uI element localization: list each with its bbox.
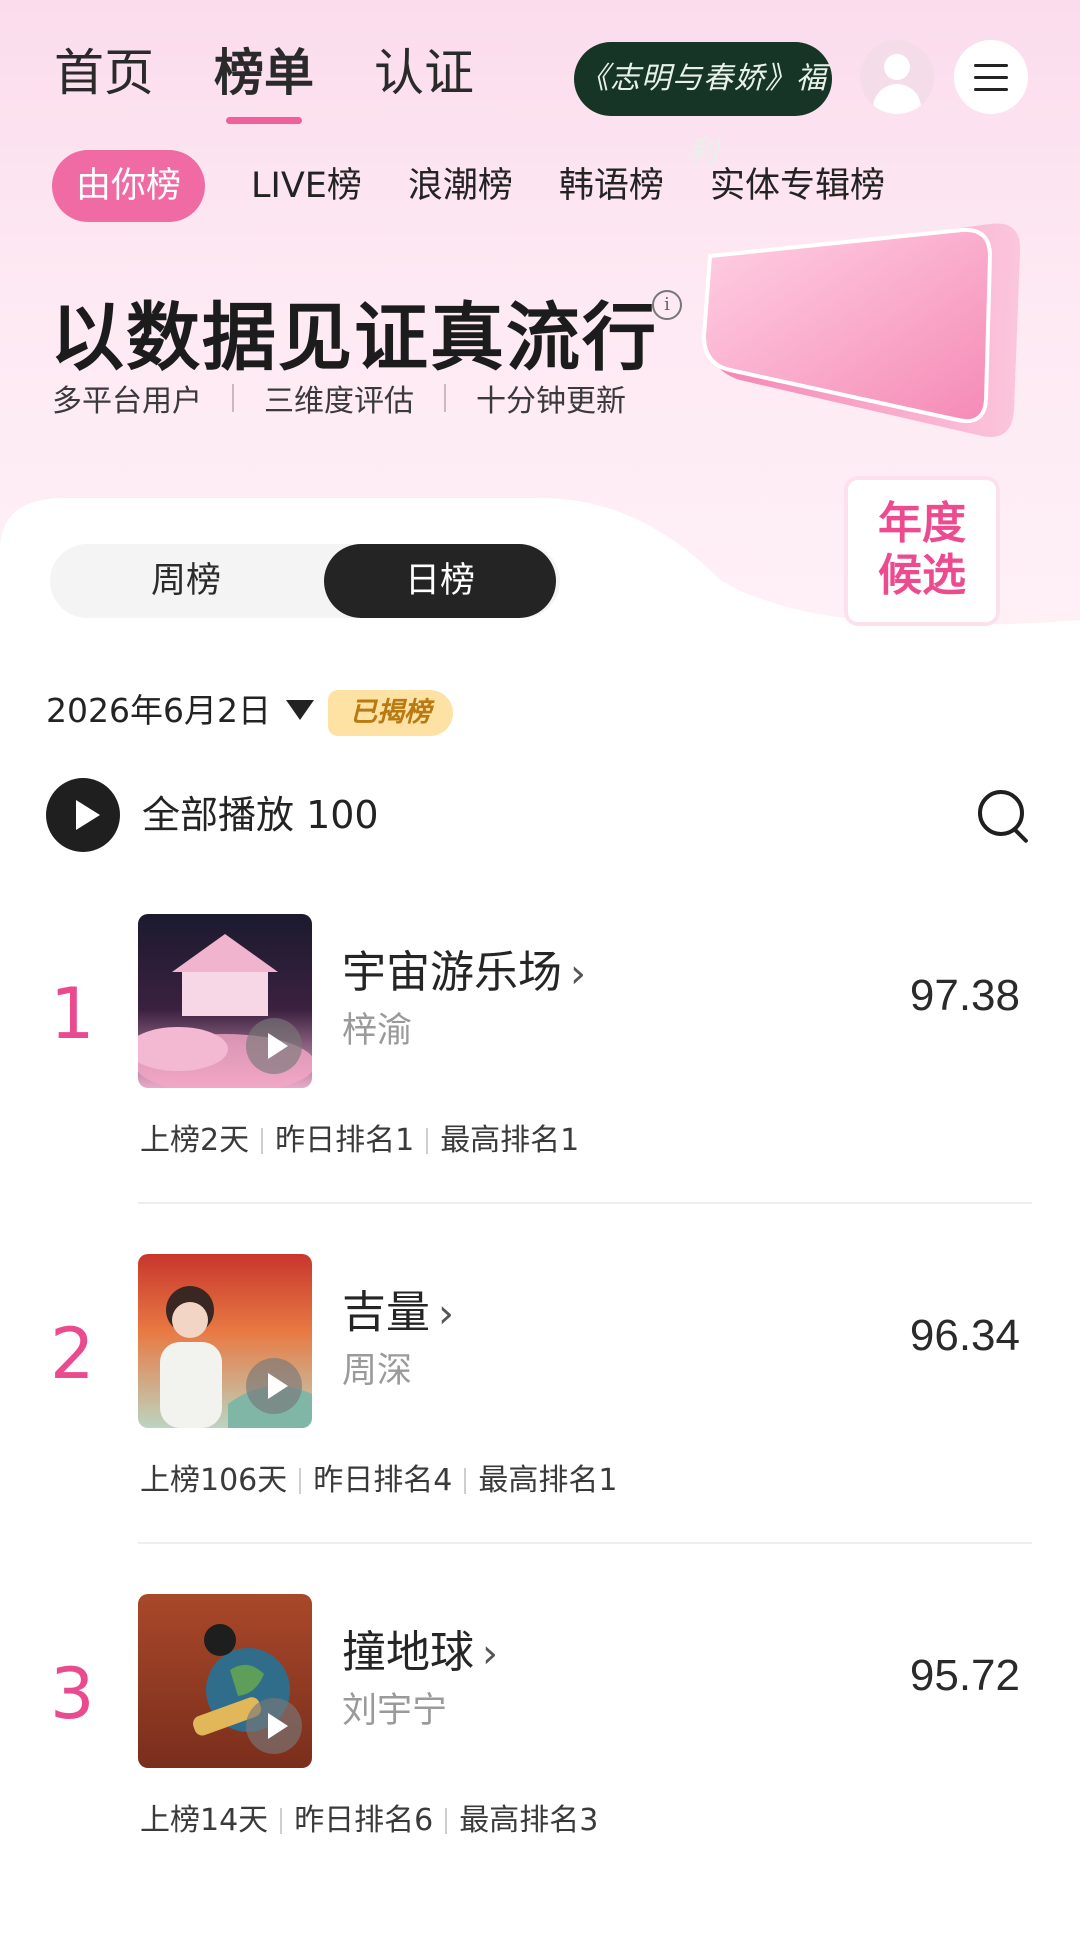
song-stats: 上榜2天 昨日排名1 最高排名1 xyxy=(140,1118,579,1164)
divider xyxy=(261,1128,264,1154)
avatar[interactable] xyxy=(860,40,934,114)
album-cover[interactable] xyxy=(138,1594,312,1768)
promo-banner[interactable]: 《志明与春娇》福利 xyxy=(574,42,832,170)
badge-line: 年度 xyxy=(878,498,966,549)
rank-number: 2 xyxy=(50,1313,95,1395)
tab-youni[interactable]: 由你榜 xyxy=(52,150,206,222)
date-selector[interactable]: 2026年6月2日 xyxy=(46,688,271,734)
song-score: 95.72 xyxy=(909,1651,1020,1700)
divider xyxy=(444,384,446,412)
play-all-button[interactable] xyxy=(46,778,120,852)
status-badge: 已揭榜 xyxy=(328,690,453,736)
song-stats: 上榜14天 昨日排名6 最高排名3 xyxy=(140,1798,598,1844)
tab-live[interactable]: LIVE榜 xyxy=(251,150,362,222)
song-artist[interactable]: 梓渝 xyxy=(342,1006,412,1056)
yesterday-rank: 昨日排名1 xyxy=(275,1123,415,1158)
divider xyxy=(280,1808,283,1834)
song-artist[interactable]: 周深 xyxy=(342,1346,412,1396)
nav-home[interactable]: 首页 xyxy=(54,38,154,108)
info-icon[interactable]: i xyxy=(652,290,682,320)
best-rank: 最高排名3 xyxy=(459,1803,599,1838)
song-title[interactable]: 撞地球 › xyxy=(342,1622,498,1685)
badge-line: 候选 xyxy=(878,550,966,601)
hero-headline: 以数据见证真流行 xyxy=(50,295,658,381)
annual-candidate-badge[interactable]: 年度 候选 xyxy=(844,476,1000,626)
album-cover[interactable] xyxy=(138,1254,312,1428)
song-title[interactable]: 宇宙游乐场 › xyxy=(342,942,586,1005)
song-stats: 上榜106天 昨日排名4 最高排名1 xyxy=(140,1458,617,1504)
play-icon[interactable] xyxy=(246,1358,302,1414)
tab-physical-album[interactable]: 实体专辑榜 xyxy=(710,150,885,222)
feature-label: 十分钟更新 xyxy=(476,384,626,419)
tab-wave[interactable]: 浪潮榜 xyxy=(408,150,513,222)
menu-icon-bar xyxy=(974,88,1008,91)
song-title-text: 撞地球 xyxy=(342,1627,474,1678)
nav-certification[interactable]: 认证 xyxy=(374,38,474,108)
song-title-text: 宇宙游乐场 xyxy=(342,947,562,998)
rank-number: 1 xyxy=(50,973,95,1055)
album-cover[interactable] xyxy=(138,914,312,1088)
play-all-label[interactable]: 全部播放 100 xyxy=(142,790,379,840)
divider xyxy=(426,1128,429,1154)
feature-label: 多平台用户 xyxy=(52,384,202,419)
chevron-right-icon: › xyxy=(482,1631,498,1677)
days-on-chart: 上榜106天 xyxy=(140,1463,288,1498)
play-icon[interactable] xyxy=(246,1018,302,1074)
best-rank: 最高排名1 xyxy=(478,1463,618,1498)
chevron-right-icon: › xyxy=(438,1291,454,1337)
rank-number: 3 xyxy=(50,1653,95,1735)
decorative-3d-shape xyxy=(701,223,1021,437)
song-score: 96.34 xyxy=(909,1311,1020,1360)
song-title-text: 吉量 xyxy=(342,1287,430,1338)
divider xyxy=(138,1202,1032,1204)
divider xyxy=(138,1542,1032,1544)
days-on-chart: 上榜14天 xyxy=(140,1803,269,1838)
list-item[interactable]: 1 宇宙游乐场 › 梓渝 97.38 上榜2天 昨日排名1 最高排名1 xyxy=(0,914,1080,1254)
chevron-right-icon: › xyxy=(570,951,586,997)
chart-tabs: 由你榜 LIVE榜 浪潮榜 韩语榜 实体专辑榜 xyxy=(52,150,885,222)
tab-daily[interactable]: 日榜 xyxy=(324,544,556,618)
user-body-icon xyxy=(873,84,921,114)
tab-korean[interactable]: 韩语榜 xyxy=(559,150,664,222)
list-item[interactable]: 2 吉量 › 周深 96.34 上榜106天 昨日排名4 最高排名1 xyxy=(0,1254,1080,1594)
list-item[interactable]: 3 撞地球 › 刘宇宁 95.72 上榜14天 昨日排名6 最高排名3 xyxy=(0,1594,1080,1934)
divider xyxy=(299,1468,302,1494)
best-rank: 最高排名1 xyxy=(440,1123,580,1158)
period-toggle: 周榜 日榜 xyxy=(50,544,560,618)
divider xyxy=(232,384,234,412)
days-on-chart: 上榜2天 xyxy=(140,1123,250,1158)
search-icon[interactable] xyxy=(978,790,1024,836)
divider xyxy=(464,1468,467,1494)
song-score: 97.38 xyxy=(909,971,1020,1020)
caret-down-icon[interactable] xyxy=(286,700,314,720)
feature-label: 三维度评估 xyxy=(264,384,414,419)
song-title[interactable]: 吉量 › xyxy=(342,1282,454,1345)
tab-weekly[interactable]: 周榜 xyxy=(70,544,302,618)
user-head-icon xyxy=(884,54,910,80)
top-nav: 首页 榜单 认证 xyxy=(54,38,474,124)
divider xyxy=(445,1808,448,1834)
menu-icon-bar xyxy=(974,76,1008,79)
hero-features: 多平台用户 三维度评估 十分钟更新 xyxy=(52,376,626,420)
play-icon[interactable] xyxy=(246,1698,302,1754)
menu-button[interactable] xyxy=(954,40,1028,114)
menu-icon xyxy=(974,64,1008,67)
yesterday-rank: 昨日排名4 xyxy=(313,1463,453,1498)
yesterday-rank: 昨日排名6 xyxy=(294,1803,434,1838)
song-artist[interactable]: 刘宇宁 xyxy=(342,1686,447,1736)
nav-charts[interactable]: 榜单 xyxy=(214,38,314,124)
